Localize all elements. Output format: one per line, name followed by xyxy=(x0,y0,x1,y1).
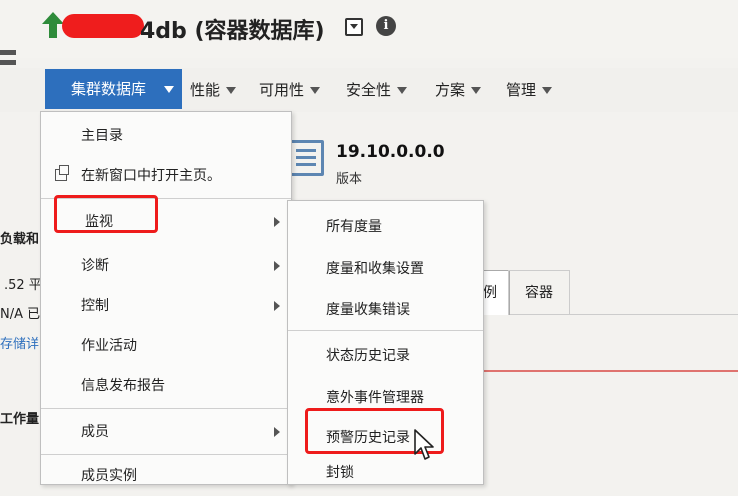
menu-administration[interactable]: 管理 xyxy=(506,79,553,100)
tab-containers[interactable]: 容器 xyxy=(508,270,570,315)
item-label: 在新窗口中打开主页。 xyxy=(81,168,221,184)
version-number: 19.10.0.0.0 xyxy=(336,142,445,162)
menu-performance[interactable]: 性能 xyxy=(190,79,237,100)
item-label: 度量和收集设置 xyxy=(326,261,424,277)
title-dropdown-icon[interactable] xyxy=(345,18,363,36)
item-label: 主目录 xyxy=(81,128,123,144)
page-title: 4db (容器数据库) xyxy=(140,19,325,44)
chevron-right-icon xyxy=(274,217,280,227)
item-label: 作业活动 xyxy=(81,338,137,354)
submenu-item-status-history[interactable]: 状态历史记录 xyxy=(288,336,483,376)
version-label: 版本 xyxy=(336,172,363,187)
dropdown-item-publish-report[interactable]: 信息发布报告 xyxy=(41,366,291,406)
chevron-down-icon xyxy=(542,87,553,94)
chevron-right-icon xyxy=(274,261,280,271)
new-window-icon xyxy=(55,165,69,181)
menu-label: 方案 xyxy=(435,81,466,99)
item-label: 成员实例 xyxy=(81,468,137,484)
submenu-item-blackouts[interactable]: 封锁 xyxy=(288,453,483,493)
info-icon[interactable]: i xyxy=(376,16,396,36)
divider-line xyxy=(470,370,738,372)
database-icon xyxy=(288,140,324,176)
item-label: 度量收集错误 xyxy=(326,302,410,318)
item-label: 封锁 xyxy=(326,465,354,481)
dropdown-item-control[interactable]: 控制 xyxy=(41,286,291,326)
chevron-down-icon xyxy=(310,87,321,94)
chevron-down-icon xyxy=(164,86,174,93)
chevron-down-icon xyxy=(471,87,482,94)
menu-label: 集群数据库 xyxy=(71,80,147,98)
chevron-down-icon xyxy=(397,87,408,94)
chevron-down-icon xyxy=(226,87,237,94)
item-label: 成员 xyxy=(81,424,109,440)
dropdown-item-home[interactable]: 主目录 xyxy=(41,116,291,156)
hamburger-menu-icon[interactable] xyxy=(0,50,16,70)
redaction-mark xyxy=(62,14,144,38)
menu-cluster-database[interactable]: 集群数据库 xyxy=(45,69,182,109)
menu-schema[interactable]: 方案 xyxy=(435,79,482,100)
dropdown-item-member-instances[interactable]: 成员实例 xyxy=(41,456,291,496)
dropdown-item-job-activity[interactable]: 作业活动 xyxy=(41,326,291,366)
section-heading-workload2: 工作量 xyxy=(0,412,40,427)
submenu-item-all-metrics[interactable]: 所有度量 xyxy=(288,207,483,247)
item-label: 状态历史记录 xyxy=(326,348,410,364)
menu-label: 管理 xyxy=(506,81,537,99)
chevron-right-icon xyxy=(274,301,280,311)
menu-availability[interactable]: 可用性 xyxy=(259,79,321,100)
menu-label: 可用性 xyxy=(259,81,305,99)
dropdown-item-open-new-window[interactable]: 在新窗口中打开主页。 xyxy=(41,156,291,196)
dropdown-item-diagnostics[interactable]: 诊断 xyxy=(41,246,291,286)
submenu-item-metric-collection-errors[interactable]: 度量收集错误 xyxy=(288,290,483,330)
item-label: 诊断 xyxy=(81,258,109,274)
highlight-monitor xyxy=(54,195,158,233)
cluster-database-dropdown: 主目录 在新窗口中打开主页。 监视 诊断 控制 作业活动 信息发布报告 成员 成… xyxy=(40,111,292,485)
menu-security[interactable]: 安全性 xyxy=(346,79,408,100)
menu-label: 性能 xyxy=(190,81,221,99)
submenu-item-metric-collection-settings[interactable]: 度量和收集设置 xyxy=(288,249,483,289)
dropdown-item-members[interactable]: 成员 xyxy=(41,412,291,452)
item-label: 信息发布报告 xyxy=(81,378,165,394)
mouse-cursor-icon xyxy=(414,429,434,460)
menu-label: 安全性 xyxy=(346,81,392,99)
chevron-right-icon xyxy=(274,427,280,437)
storage-details-link[interactable]: 存储详 xyxy=(0,333,39,352)
item-label: 所有度量 xyxy=(326,219,382,235)
item-label: 控制 xyxy=(81,298,109,314)
section-heading-workload: 负载和 xyxy=(0,232,40,247)
up-status-icon xyxy=(42,12,64,38)
metric-value: N/A 已 xyxy=(0,307,41,322)
metric-value: .52 平 xyxy=(4,278,42,293)
